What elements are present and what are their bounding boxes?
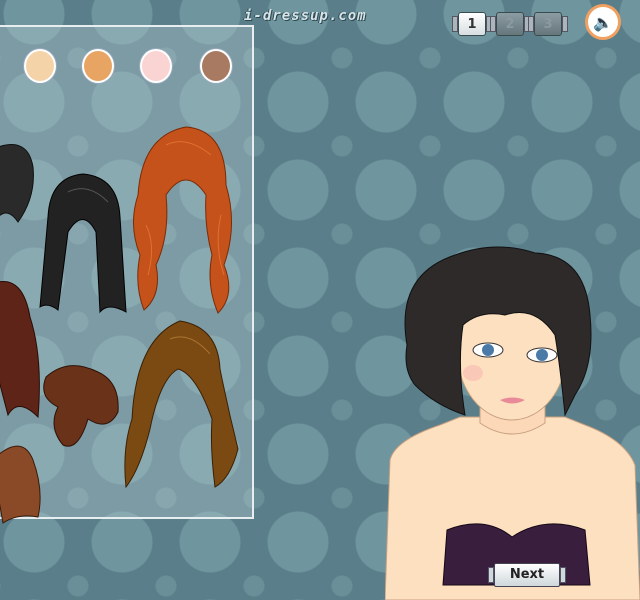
step-indicator: 1 2 3 — [452, 12, 572, 36]
step-1-button[interactable]: 1 — [452, 12, 492, 36]
hair-option-black-short-curly[interactable] — [0, 137, 38, 227]
model-character — [385, 246, 640, 600]
hair-option-red-long-wavy[interactable] — [126, 125, 238, 317]
skin-swatch-pink[interactable] — [140, 49, 172, 83]
site-logo: i-dressup.com — [244, 8, 367, 24]
skin-swatch-light[interactable] — [24, 49, 56, 83]
hair-option-auburn-bob[interactable] — [0, 435, 46, 525]
step-3-button[interactable]: 3 — [528, 12, 568, 36]
next-button[interactable]: Next — [488, 563, 566, 587]
hair-selection-panel — [0, 25, 254, 524]
skin-swatch-brown[interactable] — [200, 49, 232, 83]
sound-toggle-button[interactable]: 🔈 — [585, 4, 621, 40]
hair-option-black-long-straight[interactable] — [38, 172, 128, 317]
step-2-button[interactable]: 2 — [490, 12, 530, 36]
hair-option-brown-medium-wavy[interactable] — [120, 319, 242, 491]
skin-swatch-tan[interactable] — [82, 49, 114, 83]
speaker-icon: 🔈 — [593, 12, 613, 32]
hair-option-brown-updo[interactable] — [38, 357, 123, 457]
